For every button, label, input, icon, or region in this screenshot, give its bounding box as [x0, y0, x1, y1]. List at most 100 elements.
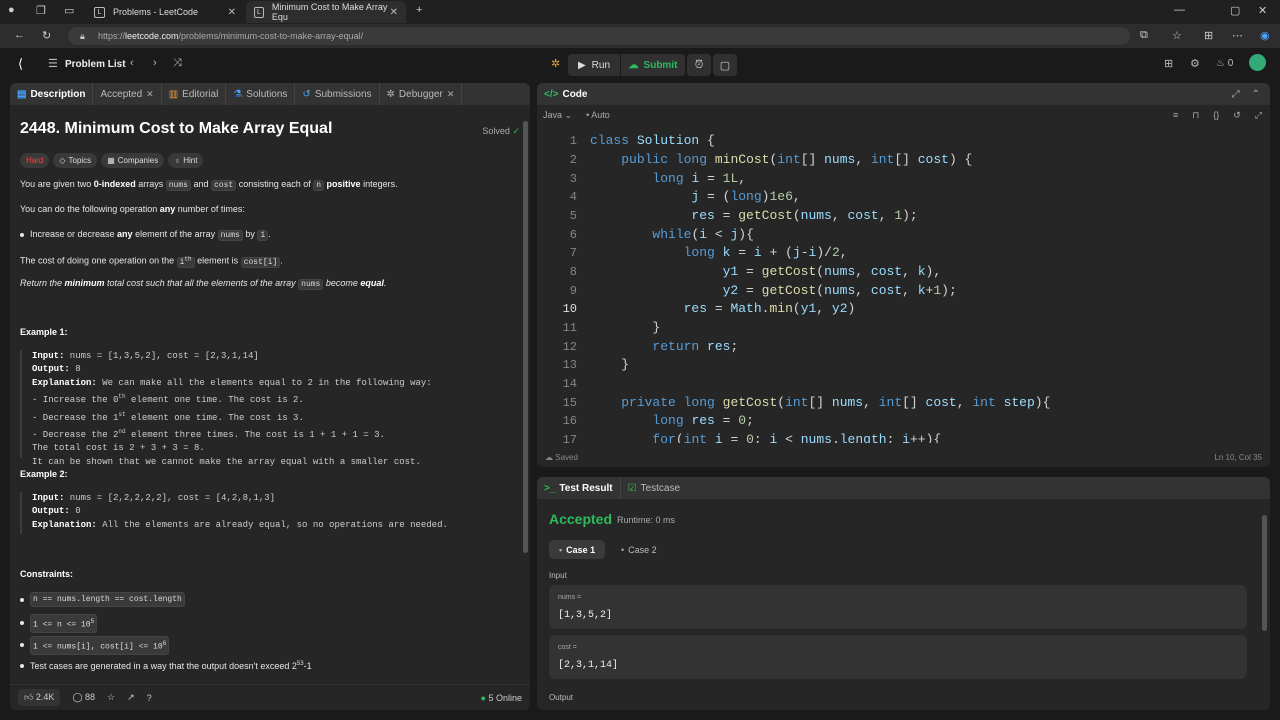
- settings-gear-icon[interactable]: ⚙: [1190, 57, 1200, 70]
- thumbs-up-icon: 👍︎: [24, 692, 34, 702]
- difficulty-badge: Hard: [20, 153, 50, 168]
- line-number: 7: [569, 246, 577, 260]
- close-icon[interactable]: ✕: [390, 7, 398, 18]
- saved-status: ☁ Saved: [545, 452, 578, 462]
- description-tabs: ▤ Description Accepted ✕ ▥ Editorial ⚗ Solut…: [10, 83, 530, 105]
- share-icon[interactable]: ↗: [127, 692, 135, 703]
- comment-icon: ◯: [72, 692, 83, 702]
- like-button[interactable]: 👍︎ 2.4K: [18, 689, 61, 706]
- tab-test-result[interactable]: >_ Test Result: [537, 477, 621, 499]
- chevron-up-icon[interactable]: ⌃: [1252, 89, 1260, 100]
- problem-list-link[interactable]: Problem List: [65, 59, 126, 70]
- workspaces-icon[interactable]: ❐: [36, 4, 46, 17]
- result-scrollbar[interactable]: [1262, 515, 1267, 631]
- close-window-icon[interactable]: ✕: [1258, 4, 1267, 17]
- expand-icon[interactable]: ⤢: [1232, 89, 1240, 100]
- streak-counter[interactable]: ♨ 0: [1216, 58, 1233, 69]
- more-icon[interactable]: ⋯: [1232, 29, 1243, 42]
- tab-accepted[interactable]: Accepted ✕: [93, 83, 162, 105]
- run-button[interactable]: ▶ Run: [568, 54, 620, 76]
- leetcode-logo-icon[interactable]: ⟨: [18, 56, 23, 72]
- format-icon[interactable]: ≡: [1173, 110, 1178, 120]
- tab-debugger[interactable]: ✲ Debugger ✕: [380, 83, 463, 105]
- code-editor[interactable]: class Solution { public long minCost(int…: [537, 127, 1270, 443]
- companies-tag[interactable]: ▦ Companies: [101, 153, 165, 168]
- language-select[interactable]: Java ⌄: [543, 110, 572, 121]
- maximize-icon[interactable]: ▢: [1230, 4, 1240, 17]
- mode-indicator[interactable]: • Auto: [586, 110, 610, 120]
- avatar[interactable]: [1249, 54, 1266, 71]
- close-icon[interactable]: ✕: [447, 89, 455, 100]
- fire-icon: ♨: [1216, 58, 1225, 69]
- list-item: Increase or decrease any element of the …: [20, 228, 271, 242]
- check-circle-icon: ✓: [512, 126, 520, 136]
- next-problem-icon[interactable]: ›: [153, 57, 157, 69]
- solved-badge: Solved ✓: [482, 126, 520, 136]
- hint-tag[interactable]: ♁ Hint: [168, 153, 204, 168]
- problem-paragraph-3: The cost of doing one operation on the i…: [20, 255, 283, 268]
- tab-description[interactable]: ▤ Description: [10, 83, 94, 105]
- flask-icon: ⚗: [233, 88, 243, 100]
- profile-icon[interactable]: ●: [8, 4, 15, 16]
- alarm-icon: ⏰︎: [694, 58, 704, 71]
- cloud-icon: ☁: [545, 452, 553, 462]
- refresh-icon[interactable]: ↻: [42, 29, 51, 42]
- favorites-icon[interactable]: ☆: [1172, 29, 1182, 42]
- browser-tab-bar: ● ❐ ▭ L Problems - LeetCode ✕ L Minimum …: [0, 0, 1280, 24]
- line-number: 16: [562, 414, 577, 428]
- new-tab-icon[interactable]: +: [416, 4, 422, 16]
- back-icon[interactable]: ←: [14, 29, 25, 41]
- leetcode-favicon-icon: L: [94, 6, 105, 18]
- close-icon[interactable]: ✕: [228, 7, 236, 18]
- description-content: 2448. Minimum Cost to Make Array Equal S…: [20, 105, 520, 680]
- leetcode-favicon-icon: L: [254, 6, 264, 18]
- bookmark-icon[interactable]: ⊓: [1192, 110, 1199, 121]
- collections-icon[interactable]: ⊞: [1204, 29, 1213, 42]
- timer-button[interactable]: ⏰︎: [687, 54, 711, 76]
- help-icon[interactable]: ?: [147, 693, 152, 703]
- tab-solutions[interactable]: ⚗ Solutions: [226, 83, 296, 105]
- minimize-icon[interactable]: —: [1174, 4, 1185, 16]
- tab-testcase[interactable]: ☑ Testcase: [621, 477, 687, 499]
- building-icon: ▦: [107, 156, 115, 165]
- close-icon[interactable]: ✕: [146, 89, 154, 100]
- copilot-icon[interactable]: ◉: [1260, 29, 1270, 42]
- example-2-heading: Example 2:: [20, 469, 68, 479]
- favorite-star-icon[interactable]: ☆: [107, 692, 115, 703]
- example-1-block: Input: nums = [1,3,5,2], cost = [2,3,1,1…: [20, 350, 510, 467]
- notes-button[interactable]: ▢: [713, 54, 737, 76]
- browser-tab-active[interactable]: L Minimum Cost to Make Array Equ ✕: [246, 1, 406, 23]
- braces-icon[interactable]: {}: [1213, 110, 1219, 120]
- editor-status-bar: ☁ Saved Ln 10, Col 35: [537, 447, 1270, 467]
- case-2-button[interactable]: • Case 2: [611, 540, 667, 559]
- debug-icon[interactable]: ✲: [551, 57, 560, 70]
- case-1-button[interactable]: • Case 1: [549, 540, 606, 559]
- shuffle-icon[interactable]: ⤨: [173, 57, 182, 70]
- cloud-upload-icon: ☁: [628, 59, 639, 71]
- code-panel: </> Code ⤢ ⌃ Java ⌄ • Auto ≡ ⊓ {} ↺ ⤢ cla…: [537, 83, 1270, 467]
- tab-editorial[interactable]: ▥ Editorial: [162, 83, 227, 105]
- result-tabs: >_ Test Result ☑ Testcase: [537, 477, 1270, 499]
- description-scrollbar[interactable]: [523, 121, 528, 553]
- tab-actions-icon[interactable]: ▭: [64, 4, 74, 17]
- browser-tab-problems[interactable]: L Problems - LeetCode ✕: [86, 1, 244, 23]
- topics-tag[interactable]: ◇ Topics: [53, 153, 98, 168]
- list-icon[interactable]: ☰: [48, 57, 58, 70]
- cursor-position: Ln 10, Col 35: [1214, 452, 1262, 462]
- url-input[interactable]: 🔒︎ https://leetcode.com/problems/minimum…: [68, 27, 1130, 45]
- layout-icon[interactable]: ⊞: [1164, 57, 1173, 70]
- extensions-icon[interactable]: ⧉: [1140, 29, 1148, 42]
- list-item: 1 <= nums[i], cost[i] <= 106: [20, 636, 170, 655]
- prev-problem-icon[interactable]: ‹: [130, 57, 134, 69]
- note-icon: ▢: [719, 59, 731, 72]
- tab-submissions[interactable]: ↺ Submissions: [295, 83, 380, 105]
- tab-code[interactable]: </> Code: [537, 83, 594, 105]
- address-bar-row: ← ↻ 🔒︎ https://leetcode.com/problems/min…: [0, 24, 1280, 48]
- reset-icon[interactable]: ↺: [1233, 110, 1241, 121]
- submit-button[interactable]: ☁ Submit: [621, 54, 685, 76]
- output-label: Output: [549, 693, 574, 702]
- cost-input-box: cost = [2,3,1,14]: [549, 635, 1247, 679]
- fullscreen-icon[interactable]: ⤢: [1255, 110, 1262, 121]
- tag-icon: ◇: [59, 156, 66, 165]
- comments-button[interactable]: ◯ 88: [72, 692, 95, 703]
